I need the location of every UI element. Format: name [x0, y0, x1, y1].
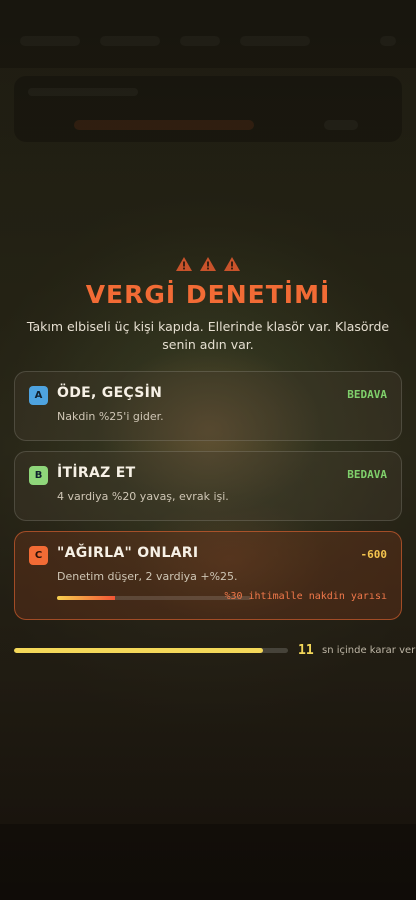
option-key-badge: B	[29, 466, 48, 485]
timer-bar	[14, 648, 288, 653]
timer-bar-fill	[14, 648, 264, 653]
option-description: Nakdin %25'i gider.	[57, 410, 164, 423]
option-cost: BEDAVA	[347, 388, 387, 401]
warning-icon	[224, 257, 240, 271]
option-cost: -600	[360, 548, 388, 561]
timer-seconds: 11	[298, 643, 314, 658]
modal-overlay	[0, 0, 416, 900]
warning-icon	[176, 257, 192, 271]
option-host[interactable]: C "AĞIRLA" ONLARI -600 Denetim düşer, 2 …	[14, 531, 402, 620]
timer-label: sn içinde karar ver	[322, 645, 416, 656]
option-key-badge: C	[29, 546, 48, 565]
option-title: ÖDE, GEÇSİN	[57, 385, 163, 401]
option-description: 4 vardiya %20 yavaş, evrak işi.	[57, 490, 229, 503]
warning-icon	[200, 257, 216, 271]
option-title: "AĞIRLA" ONLARI	[57, 545, 199, 561]
option-description: Denetim düşer, 2 vardiya +%25.	[57, 570, 238, 583]
option-title: İTİRAZ ET	[57, 465, 136, 481]
option-key-badge: A	[29, 386, 48, 405]
risk-bar	[57, 596, 251, 600]
risk-bar-fill	[57, 596, 116, 600]
warning-icons	[0, 256, 416, 272]
option-pay[interactable]: A ÖDE, GEÇSİN BEDAVA Nakdin %25'i gider.	[14, 371, 402, 441]
event-message: Takım elbiseli üç kişi kapıda. Ellerinde…	[26, 319, 390, 352]
option-cost: BEDAVA	[347, 468, 387, 481]
risk-label: %30 ihtimalle nakdin yarısı	[224, 591, 387, 602]
event-title: VERGİ DENETİMİ	[85, 280, 331, 309]
option-object[interactable]: B İTİRAZ ET BEDAVA 4 vardiya %20 yavaş, …	[14, 451, 402, 521]
